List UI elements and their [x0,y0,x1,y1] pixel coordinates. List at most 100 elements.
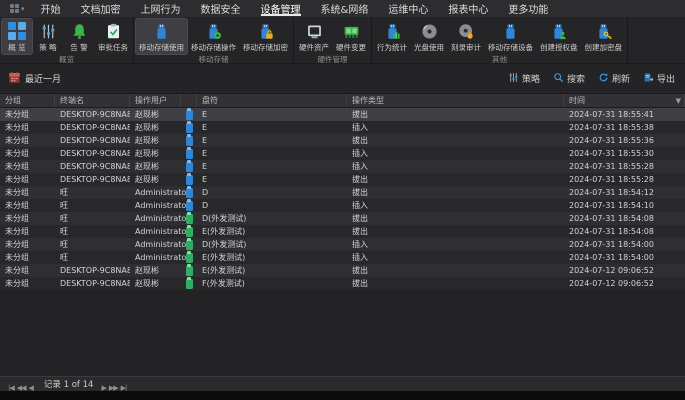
ribbon-button-光盘使用[interactable]: 光盘使用 [411,19,447,54]
column-header-操作类型[interactable]: 操作类型 [347,94,564,107]
ribbon-button-移动存储加密[interactable]: 移动存储加密 [240,19,291,54]
cell-drive-letter: F(外发测试) [197,277,347,290]
usb-key-icon [595,21,612,41]
menu-tab-开始[interactable]: 开始 [31,0,71,17]
table-body: 未分组DESKTOP-9C8NA80赵现彬E拔出2024-07-31 18:55… [0,108,685,290]
app-menu-button[interactable]: ▾ [4,4,31,13]
table-row[interactable]: 未分组DESKTOP-9C8NA80赵现彬E插入2024-07-31 18:55… [0,121,685,134]
column-header-时间[interactable]: 时间▼ [564,94,685,107]
usb-drive-icon [181,160,197,173]
table-row[interactable]: 未分组旺AdministratorE(外发测试)拔出2024-07-31 18:… [0,225,685,238]
ribbon-button-移动存储设备[interactable]: 移动存储设备 [485,19,536,54]
disc-flame-icon [458,21,475,41]
menu-tab-报表中心[interactable]: 报表中心 [438,0,498,17]
table-row[interactable]: 未分组旺AdministratorD插入2024-07-31 18:54:10 [0,199,685,212]
column-header-分组[interactable]: 分组 [0,94,55,107]
usb-drive-icon [181,186,197,199]
cell-drive-letter: E [197,147,347,160]
cell-operation-type: 插入 [347,121,564,134]
cell-group: 未分组 [0,238,55,251]
table-row[interactable]: 未分组DESKTOP-9C8NA80赵现彬E插入2024-07-31 18:55… [0,147,685,160]
table-row[interactable]: 未分组旺AdministratorD(外发测试)拔出2024-07-31 18:… [0,212,685,225]
ribbon-group-items: 移动存储使用 移动存储操作 移动存储加密 [134,17,293,54]
toolbar-button-label: 搜索 [567,72,585,85]
column-header-操作用户[interactable]: 操作用户 [130,94,181,107]
table-row[interactable]: 未分组DESKTOP-9C8NA80赵现彬F(外发测试)拔出2024-07-12… [0,277,685,290]
column-header-终端名[interactable]: 终端名 [55,94,130,107]
ribbon-button-刻录审计[interactable]: 刻录审计 [448,19,484,54]
ribbon-group-概览: 概 览策 略告 警审批任务概览 [0,17,134,63]
cell-time: 2024-07-31 18:55:30 [564,147,685,160]
toolbar-button-策略[interactable]: 策略 [508,72,540,86]
usb-drive-icon [181,147,197,160]
cell-operation-type: 插入 [347,160,564,173]
usb-usage-log-table: 分组终端名操作用户盘符操作类型时间▼ 未分组DESKTOP-9C8NA80赵现彬… [0,94,685,376]
cell-user: 赵现彬 [130,134,181,147]
ribbon-group-硬件管理: 硬件资产硬件变更硬件管理 [294,17,372,63]
column-header-label: 操作类型 [352,95,384,106]
cell-drive-letter: E(外发测试) [197,251,347,264]
toolbar-button-搜索[interactable]: 搜索 [553,72,585,86]
toolbar-button-刷新[interactable]: 刷新 [598,72,630,86]
table-header-row: 分组终端名操作用户 盘符 操作类型 时间▼ [0,94,685,108]
ribbon-button-审批任务[interactable]: 审批任务 [95,19,131,54]
ribbon-button-创建加密盘[interactable]: 创建加密盘 [582,19,626,54]
cell-drive-letter: E [197,173,347,186]
column-header-label: 盘符 [202,95,218,106]
cell-operation-type: 插入 [347,147,564,160]
ribbon-button-硬件资产[interactable]: 硬件资产 [296,19,332,54]
menu-tab-系统&网络[interactable]: 系统&网络 [311,0,379,17]
menu-tab-文档加密[interactable]: 文档加密 [71,0,131,17]
column-header-盘符[interactable]: 盘符 [197,94,347,107]
usb-drive-icon [181,251,197,264]
ribbon-group-其他: 行为统计光盘使用刻录审计 移动存储设备 创建授权盘 创建加密盘其他 [372,17,628,63]
toolbar-actions: 策略 搜索 刷新导出 [508,72,675,86]
cell-time: 2024-07-31 18:55:36 [564,134,685,147]
menu-tab-数据安全[interactable]: 数据安全 [191,0,251,17]
usb-plain-icon [502,21,519,41]
table-row[interactable]: 未分组DESKTOP-9C8NA80赵现彬E拔出2024-07-31 18:55… [0,134,685,147]
menu-tab-更多功能[interactable]: 更多功能 [498,0,558,17]
table-row[interactable]: 未分组旺AdministratorE(外发测试)插入2024-07-31 18:… [0,251,685,264]
menu-tab-运维中心[interactable]: 运维中心 [378,0,438,17]
table-row[interactable]: 未分组DESKTOP-9C8NA80赵现彬E拔出2024-07-31 18:55… [0,173,685,186]
toolbar-button-导出[interactable]: 导出 [643,72,675,86]
menu-tab-设备管理[interactable]: 设备管理 [251,0,311,17]
ribbon-button-告警[interactable]: 告 警 [64,19,94,54]
usb-drive-blue-icon [186,110,193,120]
table-row[interactable]: 未分组DESKTOP-9C8NA80赵现彬E拔出2024-07-31 18:55… [0,108,685,121]
column-header-drive-icon[interactable] [181,94,197,107]
ribbon-button-硬件变更[interactable]: 硬件变更 [333,19,369,54]
ribbon-button-移动存储操作[interactable]: 移动存储操作 [188,19,239,54]
cell-group: 未分组 [0,199,55,212]
table-row[interactable]: 未分组DESKTOP-9C8NA80赵现彬E(外发测试)拔出2024-07-12… [0,264,685,277]
cell-operation-type: 拔出 [347,212,564,225]
usb-drive-icon [181,108,197,121]
cell-terminal: 旺 [55,212,130,225]
cell-drive-letter: E(外发测试) [197,264,347,277]
cell-terminal: DESKTOP-9C8NA80 [55,134,130,147]
ribbon-button-label: 创建授权盘 [540,42,578,53]
table-row[interactable]: 未分组DESKTOP-9C8NA80赵现彬E插入2024-07-31 18:55… [0,160,685,173]
disc-icon [421,21,438,41]
date-range-filter[interactable]: 最近一月 [8,69,61,88]
cell-user: Administrator [130,199,181,212]
ribbon-button-策略[interactable]: 策 略 [33,19,63,54]
menu-tab-上网行为[interactable]: 上网行为 [131,0,191,17]
ribbon-group-items: 行为统计光盘使用刻录审计 移动存储设备 创建授权盘 创建加密盘 [372,17,627,54]
ribbon-button-移动存储使用[interactable]: 移动存储使用 [136,19,187,54]
usb-drive-icon [181,173,197,186]
cell-user: 赵现彬 [130,173,181,186]
table-row[interactable]: 未分组旺AdministratorD拔出2024-07-31 18:54:12 [0,186,685,199]
grid-icon [7,21,27,41]
cell-user: 赵现彬 [130,147,181,160]
ribbon-button-行为统计[interactable]: 行为统计 [374,19,410,54]
toolbar-button-label: 刷新 [612,72,630,85]
cell-group: 未分组 [0,251,55,264]
gpu-card-icon [343,21,360,41]
ribbon-button-label: 硬件资产 [299,42,329,53]
ribbon-button-概览[interactable]: 概 览 [2,19,32,54]
ribbon-button-创建授权盘[interactable]: 创建授权盘 [537,19,581,54]
table-row[interactable]: 未分组旺AdministratorD(外发测试)插入2024-07-31 18:… [0,238,685,251]
menubar: ▾ 开始文档加密上网行为数据安全设备管理系统&网络运维中心报表中心更多功能 [0,0,685,17]
